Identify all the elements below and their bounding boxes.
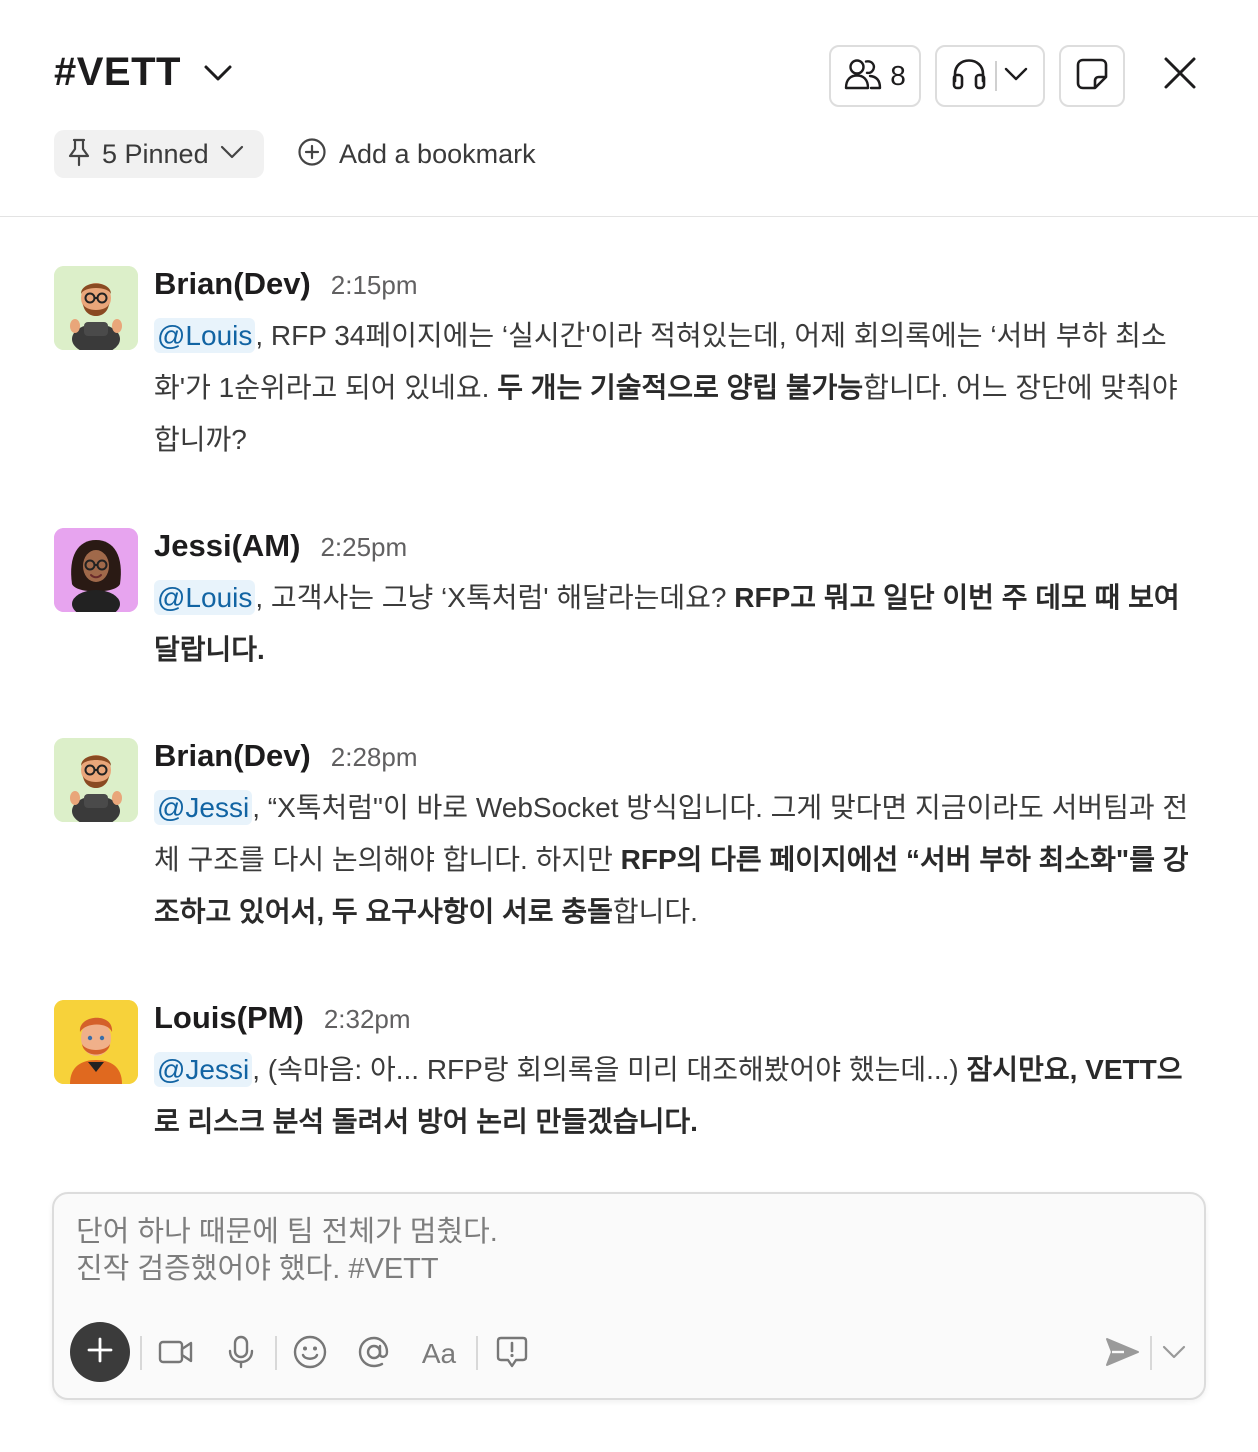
avatar-brian[interactable] xyxy=(54,266,138,350)
timestamp[interactable]: 2:32pm xyxy=(324,1004,411,1035)
video-icon xyxy=(158,1338,194,1371)
message-text: @Jessi, “X톡처럼"이 바로 WebSocket 방식입니다. 그게 맞… xyxy=(154,782,1204,938)
message-text: @Louis, RFP 34페이지에는 ‘실시간'이라 적혀있는데, 어제 회의… xyxy=(154,310,1204,466)
huddle-button[interactable] xyxy=(935,45,1045,107)
shortcuts-button[interactable] xyxy=(494,1336,530,1372)
pinned-button[interactable]: 5 Pinned xyxy=(54,130,264,178)
message-item: Jessi(AM) 2:25pm @Louis, 고객사는 그냥 ‘X톡처럼' … xyxy=(54,528,1214,678)
toolbar-divider xyxy=(140,1336,142,1370)
pin-icon xyxy=(66,137,92,172)
mention[interactable]: @Jessi xyxy=(154,790,253,825)
at-sign-icon xyxy=(357,1335,391,1374)
chevron-down-icon[interactable] xyxy=(1003,66,1029,87)
attach-button[interactable] xyxy=(70,1322,130,1382)
sender-name[interactable]: Jessi(AM) xyxy=(154,528,300,564)
add-bookmark-label: Add a bookmark xyxy=(339,138,536,169)
send-button[interactable] xyxy=(1104,1336,1140,1372)
timestamp[interactable]: 2:25pm xyxy=(320,532,407,563)
message-header: Louis(PM) 2:32pm xyxy=(154,1000,411,1036)
message-text: @Louis, 고객사는 그냥 ‘X톡처럼' 해달라는데요? RFP고 뭐고 일… xyxy=(154,572,1204,676)
chevron-down-icon xyxy=(203,58,233,88)
message-input[interactable]: 단어 하나 때문에 팀 전체가 멈췄다. 진작 검증했어야 했다. #VETT xyxy=(76,1214,1176,1288)
smiley-icon xyxy=(293,1335,327,1374)
emoji-button[interactable] xyxy=(292,1335,328,1374)
channel-header: #VETT 8 5 Pinned Add a bookmark xyxy=(0,0,1258,217)
message-composer: 단어 하나 때문에 팀 전체가 멈췄다. 진작 검증했어야 했다. #VETT xyxy=(52,1192,1206,1400)
toolbar-divider xyxy=(275,1336,277,1370)
video-clip-button[interactable] xyxy=(158,1336,194,1372)
huddle-divider xyxy=(995,61,997,91)
avatar-louis[interactable] xyxy=(54,1000,138,1084)
message-text-part: 합니다. xyxy=(612,896,698,927)
close-button[interactable] xyxy=(1158,53,1202,97)
members-button[interactable]: 8 xyxy=(829,45,921,107)
channel-title-button[interactable]: #VETT xyxy=(54,50,233,95)
send-icon xyxy=(1104,1336,1140,1373)
mention[interactable]: @Jessi xyxy=(154,1052,253,1087)
message-bold-text: 두 개는 기술적으로 양립 불가능 xyxy=(497,372,864,403)
mention-button[interactable] xyxy=(357,1336,391,1372)
mention[interactable]: @Louis xyxy=(154,580,256,615)
headphones-icon xyxy=(951,57,987,96)
message-text-part: , (속마음: 아... RFP랑 회의록을 미리 대조해봤어야 했는데...) xyxy=(252,1054,967,1085)
people-icon xyxy=(844,58,882,95)
channel-name: #VETT xyxy=(54,50,181,94)
sender-name[interactable]: Brian(Dev) xyxy=(154,266,311,302)
message-item: Brian(Dev) 2:15pm @Louis, RFP 34페이지에는 ‘실… xyxy=(54,266,1214,466)
formatting-button[interactable]: Aa xyxy=(418,1336,460,1372)
toolbar-divider xyxy=(1150,1336,1152,1370)
canvas-button[interactable] xyxy=(1059,45,1125,107)
avatar-jessi[interactable] xyxy=(54,528,138,612)
pinned-label: 5 Pinned xyxy=(102,138,209,169)
timestamp[interactable]: 2:15pm xyxy=(331,270,418,301)
sender-name[interactable]: Brian(Dev) xyxy=(154,738,311,774)
message-header: Brian(Dev) 2:15pm xyxy=(154,266,418,302)
format-text-icon: Aa xyxy=(421,1338,457,1369)
plus-circle-icon xyxy=(297,137,327,172)
composer-toolbar: Aa xyxy=(70,1322,1190,1384)
avatar-brian[interactable] xyxy=(54,738,138,822)
send-options-button[interactable] xyxy=(1160,1336,1188,1372)
canvas-icon xyxy=(1075,57,1109,96)
plus-icon xyxy=(87,1337,113,1368)
member-count: 8 xyxy=(890,60,906,91)
audio-clip-button[interactable] xyxy=(226,1335,256,1374)
sender-name[interactable]: Louis(PM) xyxy=(154,1000,304,1036)
microphone-icon xyxy=(227,1335,255,1374)
message-item: Brian(Dev) 2:28pm @Jessi, “X톡처럼"이 바로 Web… xyxy=(54,738,1214,938)
message-text-part: , 고객사는 그냥 ‘X톡처럼' 해달라는데요? xyxy=(255,582,735,613)
close-icon xyxy=(1162,55,1198,96)
message-header: Brian(Dev) 2:28pm xyxy=(154,738,418,774)
message-header: Jessi(AM) 2:25pm xyxy=(154,528,407,564)
chevron-down-icon xyxy=(219,144,245,165)
message-text: @Jessi, (속마음: 아... RFP랑 회의록을 미리 대조해봤어야 했… xyxy=(154,1044,1204,1148)
alert-message-icon xyxy=(495,1335,529,1374)
message-item: Louis(PM) 2:32pm @Jessi, (속마음: 아... RFP랑… xyxy=(54,1000,1214,1150)
chevron-down-icon xyxy=(1161,1344,1187,1365)
mention[interactable]: @Louis xyxy=(154,318,256,353)
timestamp[interactable]: 2:28pm xyxy=(331,742,418,773)
add-bookmark-button[interactable]: Add a bookmark xyxy=(297,130,536,178)
toolbar-divider xyxy=(476,1336,478,1370)
